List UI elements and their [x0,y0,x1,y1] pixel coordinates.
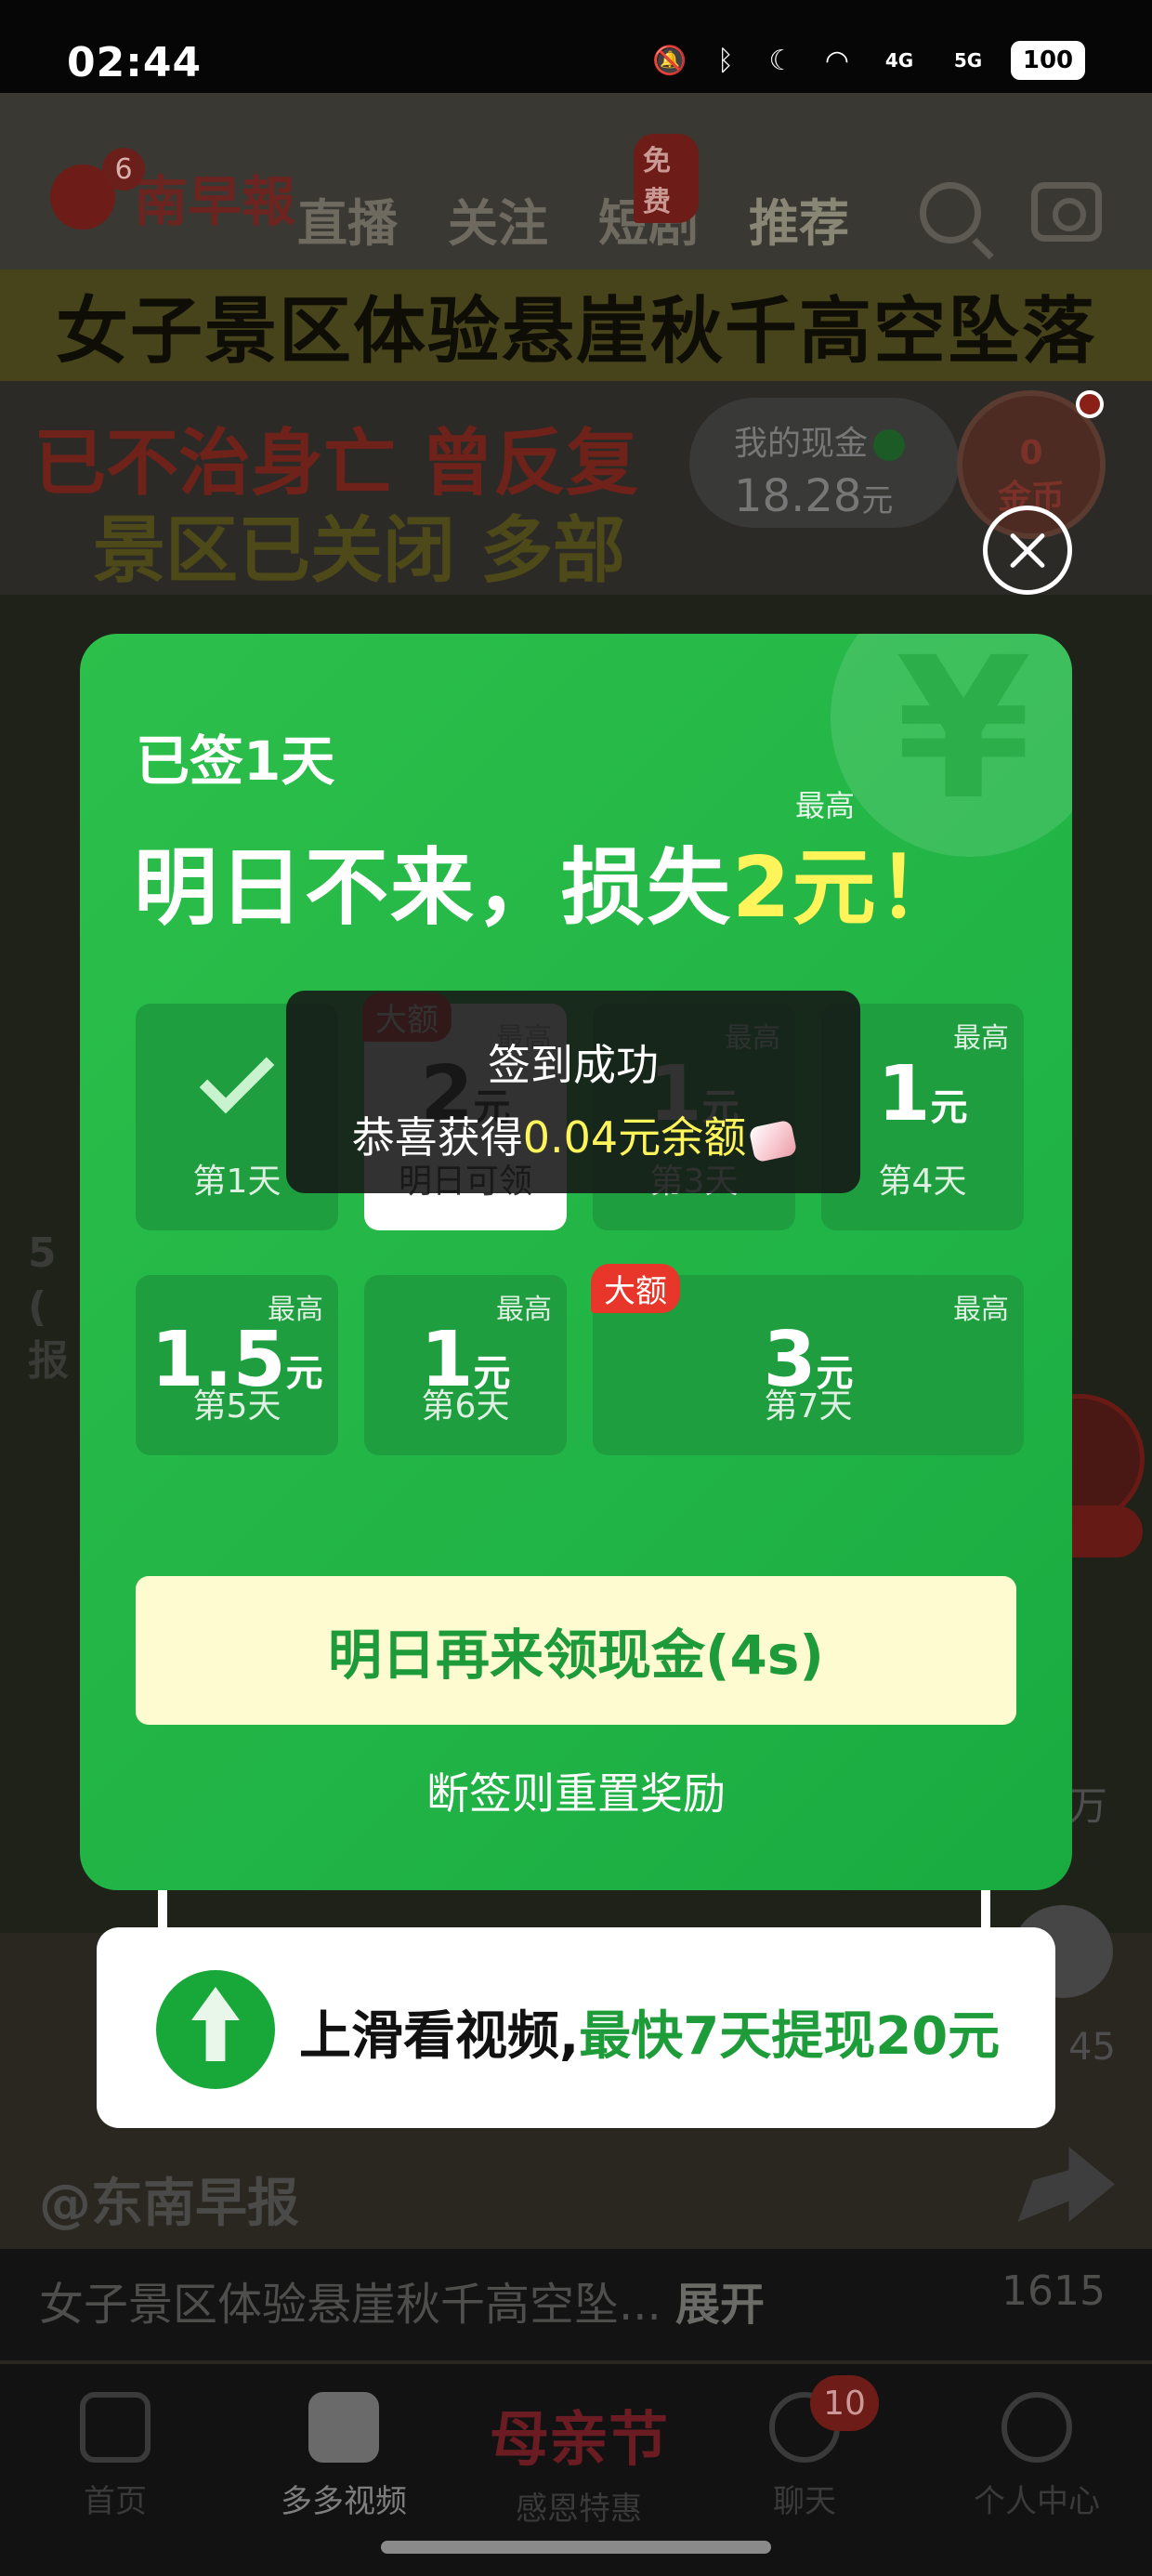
channel-logo[interactable]: 6 南早報 [50,148,296,236]
promo-prefix: 上滑看视频, [299,2006,580,2067]
nav-mothers-day[interactable]: 母亲节 感恩特惠 [481,2392,676,2529]
checkmark-icon [199,1038,275,1114]
camera-icon[interactable] [1031,182,1102,242]
big-amount-badge: 大额 [591,1264,680,1313]
comment-count: 45 [1068,2026,1116,2069]
video-subline-2: 景区已关闭 多部 [93,509,626,593]
free-badge: 免费 [634,134,699,223]
play-video-icon [308,2392,379,2463]
my-cash-widget[interactable]: 我的现金 18.28元 [689,398,959,528]
status-icons: 🔕 ᛒ ☾ ◠ 4G 5G 100 [650,41,1085,80]
home-indicator[interactable] [381,2541,771,2554]
connector-bar [158,1890,167,1929]
signed-days: 已签1天 [136,729,335,793]
video-headline: 女子景区体验悬崖秋千高空坠落 [0,269,1152,381]
cash-amount: 18.28 [734,470,862,522]
nav-label: 多多视频 [281,2483,407,2520]
signin-modal: ¥ 已签1天 最高 明日不来，损失2元！ 第1天 最高 2元 明日可领 大额 最… [80,634,1072,1890]
nav-video[interactable]: 多多视频 [251,2392,437,2521]
tab-recommend[interactable]: 推荐 [749,182,849,278]
tab-live[interactable]: 直播 [297,182,398,256]
success-toast: 签到成功 恭喜获得0.04元余额 [286,991,860,1193]
moon-icon: ☾ [768,44,794,77]
nav-label: 首页 [84,2483,147,2520]
description-text: 女子景区体验悬崖秋千高空坠... [39,2279,661,2331]
nav-label: 个人中心 [974,2483,1100,2520]
day-label: 第5天 [192,1387,281,1426]
search-icon[interactable] [920,182,981,243]
bluetooth-icon: ᛒ [717,44,734,77]
close-icon[interactable] [983,506,1072,595]
home-icon [80,2392,151,2463]
4g-signal-icon: 4G [884,49,914,72]
gem-icon [748,1119,798,1163]
day-card-7: 最高 3元 第7天 大额 [591,1264,1024,1455]
toast-message: 恭喜获得0.04元余额 [286,1104,860,1165]
loss-warning: 明日不来，损失2元！ [134,820,963,940]
promo-highlight: 最快7天提现20元 [579,2006,1001,2067]
video-side-text: 5 ( 报 [28,1227,69,1388]
cash-label: 我的现金 [734,425,869,463]
profile-icon [1001,2392,1072,2463]
toast-title: 签到成功 [488,1040,659,1090]
5g-signal-icon: 5G [953,49,983,72]
cash-unit: 元 [861,482,894,519]
nav-home[interactable]: 首页 [22,2392,208,2521]
nav-label: 聊天 [773,2483,836,2520]
day-card-5: 最高 1.5元 第5天 [136,1275,338,1455]
toast-prefix: 恭喜获得 [351,1112,523,1163]
like-count: 万 [1068,1783,1108,1829]
festival-subtitle: 感恩特惠 [516,2491,642,2528]
amount-unit: 元 [930,1086,968,1129]
view-count: 1615 [1001,2267,1106,2315]
logo-badge: 6 [102,148,145,191]
come-back-tomorrow-button[interactable]: 明日再来领现金(4s) [136,1576,1016,1725]
author-name[interactable]: @东南早报 [39,2162,299,2237]
check-circle-icon [873,429,906,461]
day-label: 第6天 [421,1387,510,1426]
festival-title: 母亲节 [490,2405,668,2475]
toast-amount: 0.04元余额 [522,1112,747,1163]
side-text-line: 报 [28,1337,69,1385]
logo-text: 南早報 [134,170,296,233]
nav-profile[interactable]: 个人中心 [944,2392,1130,2521]
tab-follow[interactable]: 关注 [448,182,548,256]
day-label: 第7天 [764,1387,853,1426]
battery-indicator: 100 [1011,41,1085,80]
chat-badge: 10 [810,2375,879,2431]
loss-prefix: 明日不来，损失 [134,839,732,937]
promo-banner[interactable]: 上滑看视频,最快7天提现20元 [97,1927,1055,2128]
status-time: 02:44 [67,39,203,86]
logo-icon: 6 [50,148,145,230]
tab-short-drama[interactable]: 免费 短剧 [598,134,699,256]
side-text-line: ( [28,1283,47,1331]
reset-note: 断签则重置奖励 [426,1768,726,1819]
coin-count: 0 [1019,434,1043,472]
day-card-6: 最高 1元 第6天 [364,1275,567,1455]
expand-link[interactable]: 展开 [675,2279,765,2331]
bell-off-icon: 🔕 [652,44,687,77]
promo-text: 上滑看视频,最快7天提现20元 [299,1994,1000,2070]
status-bar: 02:44 🔕 ᛒ ☾ ◠ 4G 5G 100 [0,0,1152,93]
screen: 02:44 🔕 ᛒ ☾ ◠ 4G 5G 100 6 南早報 直播 关注 免费 短… [0,0,1152,2576]
video-description[interactable]: 女子景区体验悬崖秋千高空坠... 展开 [39,2267,765,2333]
amount-value: 1 [877,1050,931,1138]
swipe-up-icon [156,1970,275,2089]
notification-dot [1076,390,1104,418]
side-text-line: 5 [28,1229,57,1277]
connector-bar [981,1890,990,1929]
top-tabs: 直播 关注 免费 短剧 推荐 [297,134,849,278]
wifi-icon: ◠ [824,44,850,77]
share-icon[interactable] [1017,2147,1115,2222]
loss-amount: 2元！ [732,839,963,937]
